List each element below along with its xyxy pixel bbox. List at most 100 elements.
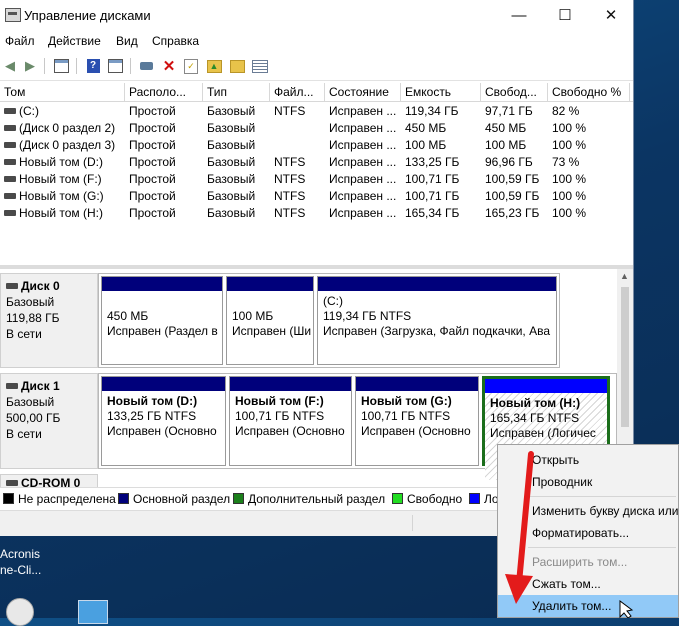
cdrom-label[interactable]: CD-ROM 0 <box>0 474 98 488</box>
table-row[interactable]: Новый том (F:) Простой Базовый NTFS Исправен… <box>0 171 633 188</box>
connect-disk-icon[interactable] <box>137 57 155 75</box>
table-row[interactable]: (C:) Простой Базовый NTFS Исправен ... 119,34… <box>0 103 633 120</box>
col-status[interactable]: Состояние <box>325 83 401 101</box>
table-cell: 100,59 ГБ <box>485 172 540 186</box>
menu-item-explorer[interactable]: Проводник <box>498 471 678 493</box>
table-cell: 100 % <box>552 121 587 135</box>
volume-icon <box>4 192 16 199</box>
menu-bar: Файл Действие Вид Справка <box>0 30 633 52</box>
help-icon[interactable]: ? <box>84 57 102 75</box>
table-cell: 100 % <box>552 206 587 220</box>
disk0-partition-c[interactable]: (C:) 119,34 ГБ NTFS Исправен (Загрузка, Фа… <box>317 276 557 365</box>
toolbar-separator <box>44 58 45 74</box>
partition-color-bar <box>227 277 313 291</box>
table-cell: Простой <box>129 189 176 203</box>
back-arrow-icon[interactable]: ◀ <box>1 57 19 75</box>
table-cell: NTFS <box>274 206 306 220</box>
col-free[interactable]: Свобод... <box>481 83 548 101</box>
legend-swatch <box>469 493 480 504</box>
partition-status: Исправен (Раздел в <box>107 324 218 338</box>
desktop-label-clone[interactable]: ne-Cli... <box>0 563 41 577</box>
table-row[interactable]: Новый том (H:) Простой Базовый NTFS Исправен… <box>0 205 633 222</box>
toolbar: ◀ ▶ ? ✕ ✓ ▲ <box>0 52 633 81</box>
menu-file[interactable]: Файл <box>5 34 35 48</box>
col-capacity[interactable]: Емкость <box>401 83 481 101</box>
desktop-label-acronis[interactable]: Acronis <box>0 547 40 561</box>
scroll-up-icon[interactable]: ▲ <box>620 271 629 281</box>
menu-item-open[interactable]: Открыть <box>498 449 678 471</box>
table-cell: Простой <box>129 206 176 220</box>
table-row[interactable]: Новый том (G:) Простой Базовый NTFS Исправен… <box>0 188 633 205</box>
partition-title: (C:) <box>323 294 343 308</box>
menu-separator <box>528 547 676 548</box>
table-cell: Исправен ... <box>329 121 397 135</box>
disk1-label[interactable]: Диск 1 Базовый 500,00 ГБ В сети <box>0 373 98 469</box>
table-cell: Простой <box>129 172 176 186</box>
col-layout[interactable]: Располо... <box>125 83 203 101</box>
title-bar: Управление дисками — ☐ ✕ <box>0 0 633 30</box>
table-cell: Базовый <box>207 155 256 169</box>
table-row[interactable]: (Диск 0 раздел 3) Простой Базовый Исправен … <box>0 137 633 154</box>
volume-icon <box>4 124 16 131</box>
partition-title: Новый том (F:) <box>235 394 324 408</box>
up-folder-icon[interactable]: ▲ <box>205 57 223 75</box>
partition-size: 100,71 ГБ NTFS <box>361 409 451 423</box>
check-icon[interactable]: ✓ <box>182 57 200 75</box>
disk0-partitions: 450 МБ Исправен (Раздел в 100 МБ Исправен … <box>98 273 560 368</box>
disk0-status: В сети <box>6 327 42 341</box>
table-row[interactable]: Новый том (D:) Простой Базовый NTFS Исправен… <box>0 154 633 171</box>
table-cell: Базовый <box>207 121 256 135</box>
col-type[interactable]: Тип <box>203 83 270 101</box>
menu-item-format[interactable]: Форматировать... <box>498 522 678 544</box>
partition-size: 450 МБ <box>107 309 149 323</box>
desktop-disc-icon[interactable] <box>6 598 34 626</box>
maximize-button[interactable]: ☐ <box>542 0 588 30</box>
disk0-partition-3[interactable]: 100 МБ Исправен (Ши <box>226 276 314 365</box>
table-cell: Базовый <box>207 189 256 203</box>
table-cell: 96,96 ГБ <box>485 155 533 169</box>
partition-size: 165,34 ГБ NTFS <box>490 411 580 425</box>
disk1-partition-d[interactable]: Новый том (D:) 133,25 ГБ NTFS Исправен (Ос… <box>101 376 226 466</box>
table-cell: NTFS <box>274 189 306 203</box>
desktop-folder-icon[interactable] <box>78 600 108 624</box>
disk0-partition-2[interactable]: 450 МБ Исправен (Раздел в <box>101 276 223 365</box>
table-cell <box>270 120 325 137</box>
forward-arrow-icon[interactable]: ▶ <box>21 57 39 75</box>
disk1-partition-g[interactable]: Новый том (G:) 100,71 ГБ NTFS Исправен (Ос… <box>355 376 479 466</box>
menu-view[interactable]: Вид <box>116 34 138 48</box>
table-cell: Простой <box>129 121 176 135</box>
scrollbar-thumb[interactable] <box>621 287 629 427</box>
table-cell: 450 МБ <box>485 121 527 135</box>
search-folder-icon[interactable] <box>228 57 246 75</box>
table-cell: Исправен ... <box>329 155 397 169</box>
delete-icon[interactable]: ✕ <box>160 57 178 75</box>
console-tree-icon[interactable] <box>52 57 70 75</box>
disk-view-vertical-scrollbar[interactable]: ▲ <box>617 269 633 469</box>
col-filesystem[interactable]: Файл... <box>270 83 325 101</box>
table-cell: Исправен ... <box>329 172 397 186</box>
menu-help[interactable]: Справка <box>152 34 199 48</box>
legend-swatch <box>118 493 129 504</box>
disk0-label[interactable]: Диск 0 Базовый 119,88 ГБ В сети <box>0 273 98 368</box>
menu-item-change-drive-letter[interactable]: Изменить букву диска или <box>498 500 678 522</box>
close-button[interactable]: ✕ <box>588 0 633 30</box>
menu-separator <box>528 496 676 497</box>
volume-list: Том Располо... Тип Файл... Состояние Емк… <box>0 83 633 348</box>
menu-item-shrink-volume[interactable]: Сжать том... <box>498 573 678 595</box>
table-cell: Новый том (H:) <box>0 205 125 222</box>
col-free-percent[interactable]: Свободно % <box>548 83 630 101</box>
table-row[interactable]: (Диск 0 раздел 2) Простой Базовый Исправен … <box>0 120 633 137</box>
col-volume[interactable]: Том <box>0 83 125 101</box>
list-view-icon[interactable] <box>251 57 269 75</box>
menu-item-delete-volume[interactable]: Удалить том... <box>498 595 678 617</box>
table-cell: NTFS <box>274 155 306 169</box>
properties-icon[interactable] <box>106 57 124 75</box>
disk1-partition-f[interactable]: Новый том (F:) 100,71 ГБ NTFS Исправен (Ос… <box>229 376 352 466</box>
partition-status: Исправен (Ши <box>232 324 312 338</box>
minimize-button[interactable]: — <box>496 0 542 30</box>
legend-logical: Ло <box>469 492 499 506</box>
table-cell: Простой <box>129 138 176 152</box>
menu-action[interactable]: Действие <box>48 34 101 48</box>
table-cell: Базовый <box>207 206 256 220</box>
table-cell: Базовый <box>207 172 256 186</box>
